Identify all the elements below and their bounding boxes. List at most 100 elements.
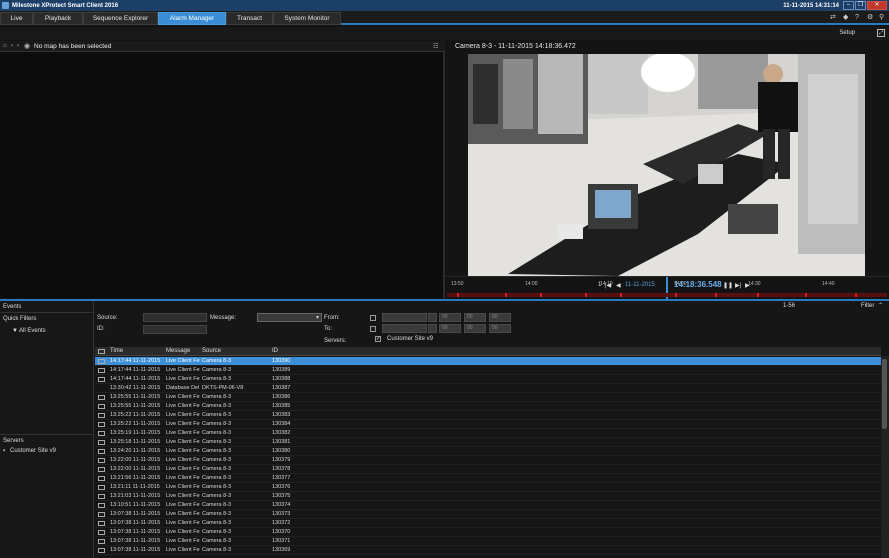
tab-playback[interactable]: Playback	[33, 12, 83, 25]
scrollbar-thumb[interactable]	[882, 359, 887, 429]
map-status-text: No map has been selected	[34, 43, 112, 50]
table-row[interactable]: 13:07:38 11-11-2015 Live Client Fe Camera …	[95, 510, 881, 519]
cell-time: 13:22:00 11-11-2015	[110, 466, 161, 472]
cell-message: Live Client Fe	[166, 502, 200, 508]
all-events-filter[interactable]: All Events	[19, 328, 46, 334]
playback-timeline[interactable]: 13:50 14:00 14:10 14:20 14:30 14:40 1 |◀…	[445, 276, 889, 299]
from-minute-input[interactable]: 00	[464, 313, 486, 322]
table-row[interactable]: 13:22:00 11-11-2015 Live Client Fe Camera …	[95, 465, 881, 474]
camera-video-feed[interactable]	[468, 54, 865, 276]
from-date-input[interactable]	[382, 313, 427, 322]
table-row[interactable]: 13:25:55 11-11-2015 Live Client Fe Camera …	[95, 402, 881, 411]
table-row[interactable]: 13:30:42 11-11-2015 Database Del DKTS-PM-0…	[95, 384, 881, 393]
pause-button[interactable]: ❚❚	[723, 282, 733, 289]
status-icon[interactable]: ◆	[843, 14, 848, 22]
table-row[interactable]: 13:21:03 11-11-2015 Live Client Fe Camera …	[95, 492, 881, 501]
table-row[interactable]: 14:17:44 11-11-2015 Live Client Fe Camera …	[95, 375, 881, 384]
table-row[interactable]: 13:07:38 11-11-2015 Live Client Fe Camera …	[95, 519, 881, 528]
next-sequence-button[interactable]: ▶|	[735, 282, 741, 289]
column-source[interactable]: Source	[202, 348, 221, 354]
back-icon[interactable]: ‹	[11, 43, 13, 49]
cell-message: Live Client Fe	[166, 394, 200, 400]
to-date-input[interactable]	[382, 324, 427, 333]
table-row[interactable]: 13:07:38 11-11-2015 Live Client Fe Camera …	[95, 546, 881, 555]
from-second-input[interactable]: 00	[489, 313, 511, 322]
column-time[interactable]: Time	[110, 348, 123, 354]
forward-icon[interactable]: ›	[17, 43, 19, 49]
table-row[interactable]: 13:25:55 11-11-2015 Live Client Fe Camera …	[95, 393, 881, 402]
cell-message: Live Client Fe	[166, 466, 200, 472]
table-scrollbar[interactable]	[881, 356, 889, 558]
close-button[interactable]: ✕	[867, 1, 887, 10]
server-item[interactable]: Customer Site v9	[10, 448, 56, 454]
setup-button[interactable]: Setup	[839, 30, 855, 36]
table-row[interactable]: 13:07:38 11-11-2015 Live Client Fe Camera …	[95, 528, 881, 537]
chevron-down-icon: ▾	[315, 315, 319, 321]
tab-transact[interactable]: Transact	[226, 12, 273, 25]
event-type-icon	[98, 458, 105, 463]
cell-source: Camera 8-3	[202, 493, 232, 499]
event-type-icon	[98, 521, 105, 526]
from-hour-input[interactable]: 00	[439, 313, 461, 322]
to-minute-input[interactable]: 00	[464, 324, 486, 333]
restore-button[interactable]: ❐	[855, 1, 866, 10]
table-row[interactable]: 14:17:44 11-11-2015 Live Client Fe Camera …	[95, 357, 881, 366]
playback-date[interactable]: 11-11-2015	[625, 282, 655, 288]
cell-message: Live Client Fe	[166, 511, 200, 517]
tab-system-monitor[interactable]: System Monitor	[273, 12, 341, 25]
filter-toggle[interactable]: Filter	[861, 303, 874, 309]
cell-source: Camera 8-3	[202, 421, 232, 427]
play-forward-button[interactable]: ▶	[745, 282, 750, 289]
to-hour-input[interactable]: 00	[439, 324, 461, 333]
server-icon: ▪	[3, 448, 6, 454]
fullscreen-icon[interactable]: ⤢	[877, 29, 885, 37]
cell-id: 130377	[272, 475, 291, 481]
event-type-icon	[98, 485, 105, 490]
playback-time: 14:18:36.548	[674, 280, 722, 289]
table-row[interactable]: 13:10:51 11-11-2015 Live Client Fe Camera …	[95, 501, 881, 510]
help-icon[interactable]: ?	[855, 14, 859, 22]
event-type-icon	[98, 413, 105, 418]
table-row[interactable]: 13:25:22 11-11-2015 Live Client Fe Camera …	[95, 420, 881, 429]
from-checkbox[interactable]	[370, 315, 376, 321]
message-dropdown[interactable]: ▾	[257, 313, 322, 322]
servers-title: Servers	[3, 438, 24, 444]
tab-sequence-explorer[interactable]: Sequence Explorer	[83, 12, 158, 25]
events-title: Events	[3, 304, 22, 310]
to-date-picker[interactable]	[428, 324, 437, 333]
settings-gear-icon[interactable]: ⚙	[867, 14, 873, 22]
event-type-icon	[98, 359, 105, 364]
user-icon[interactable]: ⚲	[879, 14, 884, 22]
cell-message: Live Client Fe	[166, 484, 200, 490]
map-layout-icon[interactable]: ☷	[433, 43, 438, 50]
home-icon[interactable]: ⌂	[3, 43, 7, 49]
minimize-button[interactable]: –	[843, 1, 854, 10]
source-input[interactable]	[143, 313, 207, 322]
event-type-icon	[98, 476, 105, 481]
id-input[interactable]	[143, 325, 207, 334]
transfer-icon[interactable]: ⇄	[830, 14, 836, 22]
table-row[interactable]: 13:25:22 11-11-2015 Live Client Fe Camera …	[95, 411, 881, 420]
cell-id: 130369	[272, 547, 291, 553]
previous-sequence-button[interactable]: |◀	[605, 282, 611, 289]
column-message[interactable]: Message	[166, 348, 190, 354]
server-checkbox[interactable]: ✓	[375, 336, 381, 342]
cell-message: Live Client Fe	[166, 439, 200, 445]
table-row[interactable]: 13:21:56 11-11-2015 Live Client Fe Camera …	[95, 474, 881, 483]
table-row[interactable]: 13:21:11 11-11-2015 Live Client Fe Camera …	[95, 483, 881, 492]
tab-live[interactable]: Live	[0, 12, 33, 25]
to-checkbox[interactable]	[370, 326, 376, 332]
tab-alarm-manager[interactable]: Alarm Manager	[158, 12, 226, 25]
table-row[interactable]: 13:25:19 11-11-2015 Live Client Fe Camera …	[95, 429, 881, 438]
column-id[interactable]: ID	[272, 348, 278, 354]
table-row[interactable]: 13:07:38 11-11-2015 Live Client Fe Camera …	[95, 537, 881, 546]
play-reverse-button[interactable]: ◀	[616, 282, 621, 289]
to-second-input[interactable]: 00	[489, 324, 511, 333]
from-date-picker[interactable]	[428, 313, 437, 322]
collapse-icon[interactable]: ⌃	[878, 302, 883, 309]
message-label: Message:	[210, 315, 237, 321]
table-row[interactable]: 14:17:44 11-11-2015 Live Client Fe Camera …	[95, 366, 881, 375]
table-row[interactable]: 13:25:18 11-11-2015 Live Client Fe Camera …	[95, 438, 881, 447]
table-row[interactable]: 13:22:00 11-11-2015 Live Client Fe Camera …	[95, 456, 881, 465]
table-row[interactable]: 13:24:20 11-11-2015 Live Client Fe Camera …	[95, 447, 881, 456]
